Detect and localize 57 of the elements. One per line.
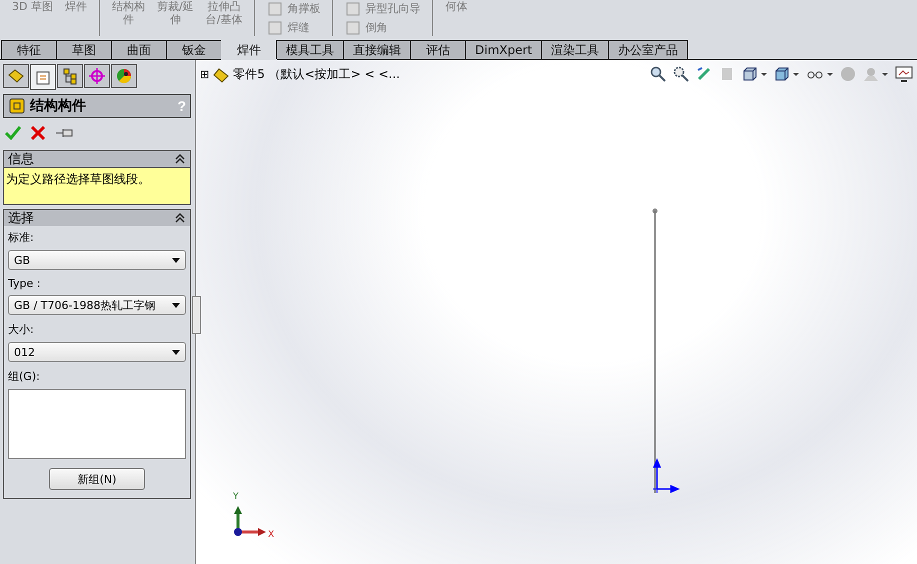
pushpin-icon[interactable] [55,127,75,139]
crosshair-icon [88,67,106,85]
collapse-icon[interactable] [174,213,186,223]
caret-icon [172,258,180,262]
tab[interactable]: 评估 [410,40,466,59]
field-label: 组(G): [8,369,41,384]
display-style-cube-icon[interactable] [774,66,790,82]
tab[interactable]: 模具工具 [276,40,344,59]
tab[interactable]: DimXpert [465,40,542,59]
tab[interactable]: 办公室产品 [608,40,688,59]
panel-tab[interactable] [3,64,29,88]
section-title: 选择 [8,210,34,227]
part-icon [212,66,230,82]
view-orientation-icon[interactable] [742,66,758,82]
tree-icon [61,67,79,85]
x-axis-label: X [268,530,274,540]
new-group-button[interactable]: 新组(N) [49,468,145,490]
dropdown[interactable]: GB / T706-1988热轧工字钢 [8,295,186,315]
expand-icon[interactable]: ⊞ [200,68,210,81]
feature-tree-item[interactable]: 零件5 （默认<按加工> < <... [233,66,400,83]
zoom-fit-icon[interactable] [650,66,666,82]
caret-icon [172,302,180,308]
tool-icon [267,20,284,36]
panel-title: 结构构件 [30,97,87,115]
tab[interactable]: 特征 [1,40,57,59]
color-wheel-icon [115,67,133,85]
tool-icon [345,20,362,36]
tab[interactable]: 草图 [56,40,112,59]
panel-tab[interactable] [84,64,110,88]
collapse-icon[interactable] [174,154,186,164]
dropdown[interactable]: 012 [8,342,186,362]
tab[interactable]: 曲面 [111,40,167,59]
zoom-area-icon[interactable] [673,66,689,82]
field-label: Type : [8,277,42,290]
field-label: 标准: [8,230,35,245]
info-message: 为定义路径选择草图线段。 [4,167,190,204]
tab[interactable]: 直接编辑 [343,40,411,59]
panel-tab[interactable] [57,64,83,88]
panel-tab[interactable] [111,64,137,88]
tab[interactable]: 渲染工具 [541,40,610,59]
previous-view-icon[interactable] [696,66,712,82]
ok-check-icon[interactable] [5,126,21,140]
field-label: 大小: [8,322,35,337]
section-title: 信息 [8,151,34,168]
tab[interactable]: 焊件 [221,40,277,60]
panel-tab[interactable] [30,64,56,90]
axis-triad-drawing [232,504,268,538]
group-list[interactable] [8,389,186,459]
dropdown[interactable]: GB [8,250,186,270]
cancel-x-icon[interactable] [31,126,45,140]
monitor-icon[interactable] [895,66,913,82]
caret-icon [172,350,180,354]
y-axis-label: Y [233,492,238,502]
panel-collapse-handle[interactable] [192,296,201,334]
tab[interactable]: 钣金 [166,40,222,59]
beam-icon [8,97,26,115]
part-icon [7,67,25,85]
